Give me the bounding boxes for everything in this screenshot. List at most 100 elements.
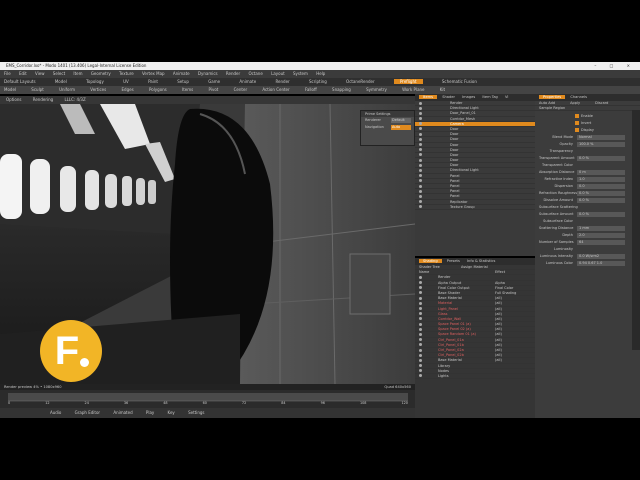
audio-button[interactable]: Audio bbox=[50, 410, 61, 415]
visibility-eye-icon[interactable] bbox=[419, 286, 422, 290]
property-value-field[interactable]: 0.0 % bbox=[577, 191, 625, 197]
tool-kit[interactable]: Kit bbox=[440, 87, 445, 92]
visibility-eye-icon[interactable] bbox=[419, 307, 422, 310]
visibility-eye-icon[interactable] bbox=[419, 338, 422, 342]
tab-render[interactable]: Render bbox=[275, 79, 289, 84]
visibility-eye-icon[interactable] bbox=[419, 322, 422, 326]
visibility-eye-icon[interactable] bbox=[419, 312, 422, 316]
menu-render[interactable]: Render bbox=[226, 71, 240, 76]
viewport-rendering[interactable]: Rendering bbox=[33, 97, 53, 102]
tab-properties[interactable]: Properties bbox=[539, 95, 566, 99]
property-value-field[interactable]: 0.0 bbox=[577, 184, 625, 190]
menu-item[interactable]: Item bbox=[73, 71, 82, 76]
default-layout-dropdown[interactable]: Default Layouts bbox=[4, 79, 36, 84]
visibility-eye-icon[interactable] bbox=[419, 117, 422, 121]
menu-view[interactable]: View bbox=[35, 71, 45, 76]
play-button[interactable]: Play bbox=[146, 410, 154, 415]
tab-octanerender[interactable]: OctaneRender bbox=[346, 79, 375, 84]
viewport-options[interactable]: Options bbox=[6, 97, 21, 102]
property-value-field[interactable]: 0 m bbox=[577, 170, 625, 176]
assign-material-button[interactable]: Assign Material bbox=[461, 265, 488, 269]
tab-topology[interactable]: Topology bbox=[86, 79, 104, 84]
visibility-eye-icon[interactable] bbox=[419, 317, 422, 321]
tool-symmetry[interactable]: Symmetry bbox=[366, 87, 387, 92]
menu-octane[interactable]: Octane bbox=[248, 71, 262, 76]
visibility-eye-icon[interactable] bbox=[419, 374, 422, 378]
visibility-eye-icon[interactable] bbox=[419, 158, 422, 162]
property-value-field[interactable]: 100.0 % bbox=[577, 142, 625, 148]
visibility-eye-icon[interactable] bbox=[419, 281, 422, 285]
tool-polygons[interactable]: Polygons bbox=[149, 87, 167, 92]
visibility-eye-icon[interactable] bbox=[419, 194, 422, 198]
menu-layout[interactable]: Layout bbox=[271, 71, 285, 76]
tab-model[interactable]: Model bbox=[55, 79, 67, 84]
visibility-eye-icon[interactable] bbox=[419, 353, 422, 357]
tool-action-center[interactable]: Action Center bbox=[262, 87, 289, 92]
visibility-eye-icon[interactable] bbox=[419, 205, 422, 209]
tab-shading[interactable]: Shading bbox=[419, 259, 442, 263]
visibility-eye-icon[interactable] bbox=[419, 179, 422, 183]
property-value-field[interactable]: 1 mm bbox=[577, 226, 625, 232]
visibility-eye-icon[interactable] bbox=[419, 301, 422, 305]
visibility-eye-icon[interactable] bbox=[419, 111, 422, 115]
visibility-eye-icon[interactable] bbox=[419, 122, 422, 126]
renderer-dropdown[interactable]: Default bbox=[391, 118, 411, 123]
visibility-eye-icon[interactable] bbox=[419, 369, 422, 373]
visibility-eye-icon[interactable] bbox=[419, 153, 422, 157]
menu-help[interactable]: Help bbox=[316, 71, 325, 76]
tool-center[interactable]: Center bbox=[234, 87, 247, 92]
visibility-eye-icon[interactable] bbox=[419, 163, 422, 167]
visibility-eye-icon[interactable] bbox=[419, 189, 422, 193]
visibility-eye-icon[interactable] bbox=[419, 132, 422, 136]
graph-editor-button[interactable]: Graph Editor bbox=[75, 410, 100, 415]
visibility-eye-icon[interactable] bbox=[419, 296, 422, 300]
visibility-eye-icon[interactable] bbox=[419, 200, 422, 204]
visibility-eye-icon[interactable] bbox=[419, 332, 422, 336]
tab-presets[interactable]: Presets bbox=[447, 259, 460, 263]
tool-model[interactable]: Model bbox=[4, 87, 16, 92]
menu-system[interactable]: System bbox=[293, 71, 308, 76]
tab-images[interactable]: Images bbox=[462, 95, 475, 99]
visibility-eye-icon[interactable] bbox=[419, 364, 422, 368]
tab-animate[interactable]: Animate bbox=[239, 79, 256, 84]
tab-scripting[interactable]: Scripting bbox=[309, 79, 327, 84]
tool-items[interactable]: Items bbox=[182, 87, 193, 92]
navigation-dropdown[interactable]: Auto bbox=[391, 125, 411, 130]
menu-vertex-map[interactable]: Vertex Map bbox=[142, 71, 165, 76]
tab-schematic-fusion[interactable]: Schematic Fusion bbox=[442, 79, 477, 84]
tool-vertices[interactable]: Vertices bbox=[90, 87, 106, 92]
tab-setup[interactable]: Setup bbox=[177, 79, 189, 84]
tab-game[interactable]: Game bbox=[208, 79, 220, 84]
tool-falloff[interactable]: Falloff bbox=[305, 87, 317, 92]
property-value-field[interactable]: 0.94 0.67 1.0 bbox=[577, 261, 625, 267]
auto-add-button[interactable]: Auto Add bbox=[539, 101, 555, 105]
tool-work-plane[interactable]: Work Plane bbox=[402, 87, 424, 92]
visibility-eye-icon[interactable] bbox=[419, 101, 422, 105]
tool-pivot[interactable]: Pivot bbox=[209, 87, 219, 92]
menu-animate[interactable]: Animate bbox=[173, 71, 190, 76]
visibility-eye-icon[interactable] bbox=[419, 275, 422, 279]
tab-channels[interactable]: Channels bbox=[570, 95, 587, 99]
menu-dynamics[interactable]: Dynamics bbox=[198, 71, 218, 76]
visibility-eye-icon[interactable] bbox=[419, 348, 422, 352]
key-button[interactable]: Key bbox=[168, 410, 175, 415]
property-value-field[interactable]: 0.0 % bbox=[577, 212, 625, 218]
display-checkbox[interactable] bbox=[575, 128, 579, 133]
tab-paint[interactable]: Paint bbox=[148, 79, 158, 84]
menu-file[interactable]: File bbox=[4, 71, 11, 76]
tool-snapping[interactable]: Snapping bbox=[332, 87, 351, 92]
menu-texture[interactable]: Texture bbox=[119, 71, 134, 76]
property-value-field[interactable]: 0.0 % bbox=[577, 156, 625, 162]
menu-select[interactable]: Select bbox=[53, 71, 65, 76]
visibility-eye-icon[interactable] bbox=[419, 106, 422, 110]
visibility-eye-icon[interactable] bbox=[419, 184, 422, 188]
tool-uniform[interactable]: Uniform bbox=[59, 87, 75, 92]
timeline[interactable]: 0 12 24 36 48 60 72 84 96 108 120 bbox=[0, 390, 415, 408]
property-value-field[interactable]: 0.0 % bbox=[577, 198, 625, 204]
property-value-field[interactable]: 1.0 bbox=[577, 177, 625, 183]
enable-checkbox[interactable] bbox=[575, 114, 579, 119]
visibility-eye-icon[interactable] bbox=[419, 358, 422, 362]
shader-tree-dropdown[interactable]: Shader Tree bbox=[419, 265, 440, 269]
tab-preflight[interactable]: Preflight bbox=[393, 79, 423, 84]
visibility-eye-icon[interactable] bbox=[419, 127, 422, 131]
